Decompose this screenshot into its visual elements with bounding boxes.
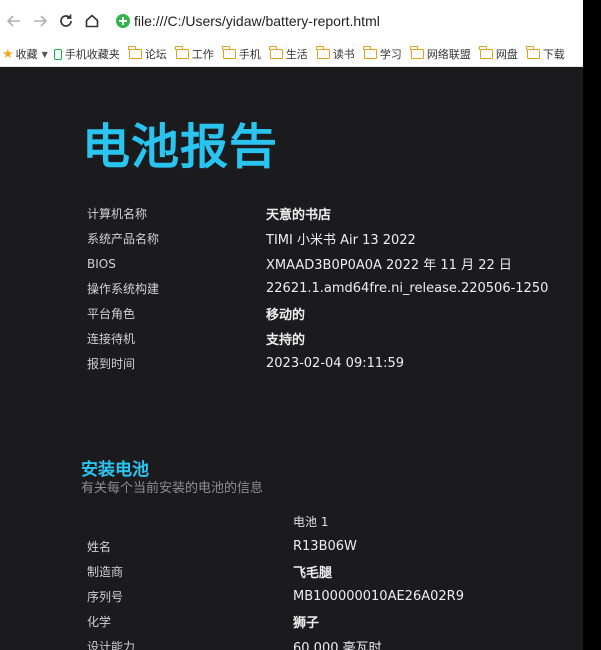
row-value: 22621.1.amd64fre.ni_release.220506-1250 [266, 281, 549, 296]
folder-icon [363, 46, 377, 59]
row-label: BIOS [87, 256, 116, 271]
folder-icon [222, 46, 236, 59]
forward-button[interactable] [28, 9, 52, 33]
table-header-row: 电池 1 [87, 509, 464, 534]
bookmark-item[interactable]: 读书 [316, 46, 355, 62]
bookmark-item[interactable]: 生活 [269, 46, 308, 62]
bookmarks-bar: ★ 收藏 ▼ 手机收藏夹 论坛 工作 手机 生活 读书 学习 网络联盟 网盘 下… [0, 42, 583, 67]
back-arrow-icon [6, 15, 20, 27]
installed-battery-table: 电池 1 姓名 R13B06W 制造商 飞毛腿 序列号 MB100000010A… [87, 509, 464, 650]
browser-window: file:///C:/Users/yidaw/battery-report.ht… [0, 0, 583, 650]
bookmark-item[interactable]: 网盘 [479, 46, 518, 62]
folder-icon [175, 46, 189, 59]
row-value: 飞毛腿 [293, 566, 333, 581]
home-icon [85, 14, 99, 28]
bookmark-label: 工作 [191, 48, 214, 61]
table-row: 序列号 MB100000010AE26A02R9 [87, 584, 464, 609]
row-value: 天意的书店 [266, 208, 332, 223]
bookmark-item[interactable]: 手机收藏夹 [53, 46, 120, 62]
table-row: 计算机名称 天意的书店 [87, 201, 548, 226]
row-value: R13B06W [293, 539, 357, 554]
column-header: 电池 1 [293, 515, 329, 529]
folder-icon [316, 46, 330, 59]
dropdown-triangle-icon[interactable]: ▼ [42, 50, 48, 59]
folder-icon [526, 46, 540, 59]
address-url: file:///C:/Users/yidaw/battery-report.ht… [134, 13, 380, 29]
row-value: 狮子 [293, 616, 320, 631]
bookmark-item[interactable]: 工作 [175, 46, 214, 62]
row-label: 姓名 [87, 540, 112, 554]
header-spacer [87, 509, 293, 534]
bookmark-label: 论坛 [144, 48, 167, 61]
bookmark-label: 读书 [332, 48, 355, 61]
browser-toolbar: file:///C:/Users/yidaw/battery-report.ht… [0, 0, 583, 42]
row-value: 支持的 [266, 333, 306, 348]
row-label: 制造商 [87, 565, 124, 579]
row-value: XMAAD3B0P0A0A 2022 年 11 月 22 日 [266, 258, 512, 273]
system-info-table: 计算机名称 天意的书店 系统产品名称 TIMI 小米书 Air 13 2022 … [87, 201, 548, 376]
reload-icon [60, 14, 72, 27]
row-label: 计算机名称 [87, 207, 148, 221]
star-icon: ★ [2, 46, 14, 62]
row-label: 化学 [87, 615, 112, 629]
row-value: 2023-02-04 09:11:59 [266, 356, 405, 371]
bookmark-label: 生活 [285, 48, 308, 61]
bookmark-item[interactable]: 下载 [526, 46, 565, 62]
table-row: 化学 狮子 [87, 609, 464, 634]
bookmark-label: 手机收藏夹 [64, 48, 120, 61]
back-button[interactable] [2, 9, 26, 33]
bookmark-label: 网络联盟 [426, 48, 471, 61]
reload-button[interactable] [54, 9, 78, 33]
row-label: 报到时间 [87, 357, 136, 371]
bookmark-item[interactable]: 网络联盟 [410, 46, 471, 62]
bookmark-favorites[interactable]: ★ 收藏 [2, 46, 38, 62]
table-row: 报到时间 2023-02-04 09:11:59 [87, 351, 548, 376]
folder-icon [479, 46, 493, 59]
home-button[interactable] [80, 9, 104, 33]
folder-icon [410, 46, 424, 59]
row-label: 平台角色 [87, 307, 136, 321]
row-value: MB100000010AE26A02R9 [293, 589, 464, 604]
table-row: 设计能力 60,000 毫瓦时 [87, 634, 464, 650]
row-label: 设计能力 [87, 640, 136, 650]
phone-icon [53, 48, 62, 60]
bookmark-label: 手机 [238, 48, 261, 61]
folder-icon [128, 46, 142, 59]
row-label: 系统产品名称 [87, 232, 160, 246]
row-value: TIMI 小米书 Air 13 2022 [266, 233, 416, 248]
forward-arrow-icon [34, 15, 48, 27]
row-value: 60,000 毫瓦时 [293, 641, 382, 650]
row-value: 移动的 [266, 308, 306, 323]
table-row: BIOS XMAAD3B0P0A0A 2022 年 11 月 22 日 [87, 251, 548, 276]
bookmark-item[interactable]: 论坛 [128, 46, 167, 62]
table-row: 制造商 飞毛腿 [87, 559, 464, 584]
table-row: 连接待机 支持的 [87, 326, 548, 351]
bookmark-label: 学习 [379, 48, 402, 61]
bookmark-item[interactable]: 手机 [222, 46, 261, 62]
row-label: 序列号 [87, 590, 124, 604]
table-row: 平台角色 移动的 [87, 301, 548, 326]
row-label: 连接待机 [87, 332, 136, 346]
bookmark-label: 网盘 [495, 48, 518, 61]
security-shield-icon [116, 14, 130, 28]
folder-icon [269, 46, 283, 59]
battery-report-page: 电池报告 计算机名称 天意的书店 系统产品名称 TIMI 小米书 Air 13 … [0, 67, 583, 650]
table-row: 姓名 R13B06W [87, 534, 464, 559]
table-row: 操作系统构建 22621.1.amd64fre.ni_release.22050… [87, 276, 548, 301]
bookmark-label: 收藏 [15, 48, 38, 61]
row-label: 操作系统构建 [87, 282, 160, 296]
page-title: 电池报告 [82, 119, 279, 175]
bookmark-item[interactable]: 学习 [363, 46, 402, 62]
section-subtitle: 有关每个当前安装的电池的信息 [81, 481, 264, 496]
bookmark-label: 下载 [542, 48, 565, 61]
address-bar[interactable]: file:///C:/Users/yidaw/battery-report.ht… [116, 8, 380, 34]
table-row: 系统产品名称 TIMI 小米书 Air 13 2022 [87, 226, 548, 251]
